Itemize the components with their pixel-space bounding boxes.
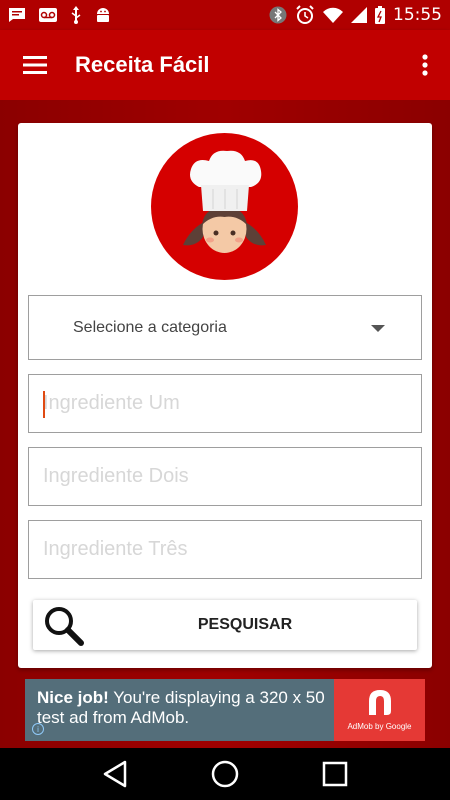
alarm-icon — [295, 5, 315, 25]
home-button[interactable] — [200, 749, 250, 799]
status-time: 15:55 — [393, 5, 442, 25]
app-title: Receita Fácil — [75, 52, 210, 77]
ingredient-three-field — [28, 520, 422, 579]
ingredient-two-input[interactable] — [29, 448, 421, 505]
search-icon — [45, 607, 84, 646]
ingredient-one-input[interactable] — [29, 375, 421, 432]
admob-logo: AdMob by Google — [334, 679, 425, 741]
home-icon — [211, 760, 239, 788]
ingredient-two-field — [28, 447, 422, 506]
more-vert-icon — [422, 54, 428, 76]
battery-icon — [375, 6, 385, 24]
overflow-menu-button[interactable] — [400, 30, 450, 100]
system-nav-bar — [0, 748, 450, 800]
ingredient-three-input[interactable] — [29, 521, 421, 578]
hamburger-menu-button[interactable] — [0, 30, 70, 100]
ingredient-one-field — [28, 374, 422, 433]
search-button-label: PESQUISAR — [197, 616, 293, 633]
chef-logo-icon — [151, 133, 298, 280]
text-cursor — [43, 391, 45, 418]
category-select-value: Selecione a categoria — [73, 318, 227, 336]
signal-icon — [351, 7, 367, 23]
main-content: Selecione a categoria PESQUISAR Nice job… — [0, 100, 450, 748]
android-debug-icon — [94, 6, 112, 24]
voicemail-icon — [38, 7, 58, 23]
app-bar: Receita Fácil — [0, 30, 450, 100]
ad-brand: AdMob by Google — [347, 722, 412, 731]
info-icon[interactable]: i — [32, 723, 44, 735]
search-card: Selecione a categoria PESQUISAR — [18, 123, 432, 668]
wifi-icon — [323, 7, 343, 23]
search-button[interactable]: PESQUISAR — [33, 600, 417, 650]
dropdown-arrow-icon — [371, 325, 385, 332]
status-bar: 15:55 — [0, 0, 450, 30]
admob-icon — [368, 690, 391, 715]
ad-text: Nice job! You're displaying a 320 x 50 t… — [25, 679, 334, 741]
ad-banner[interactable]: Nice job! You're displaying a 320 x 50 t… — [25, 679, 425, 741]
usb-icon — [70, 6, 82, 24]
back-button[interactable] — [90, 749, 140, 799]
category-select[interactable]: Selecione a categoria — [28, 295, 422, 360]
message-icon — [8, 7, 26, 23]
back-icon — [103, 760, 127, 788]
bluetooth-icon — [269, 6, 287, 24]
recents-button[interactable] — [310, 749, 360, 799]
hamburger-menu-icon — [23, 56, 47, 74]
recents-icon — [322, 761, 348, 787]
ad-headline: Nice job! — [37, 688, 109, 707]
